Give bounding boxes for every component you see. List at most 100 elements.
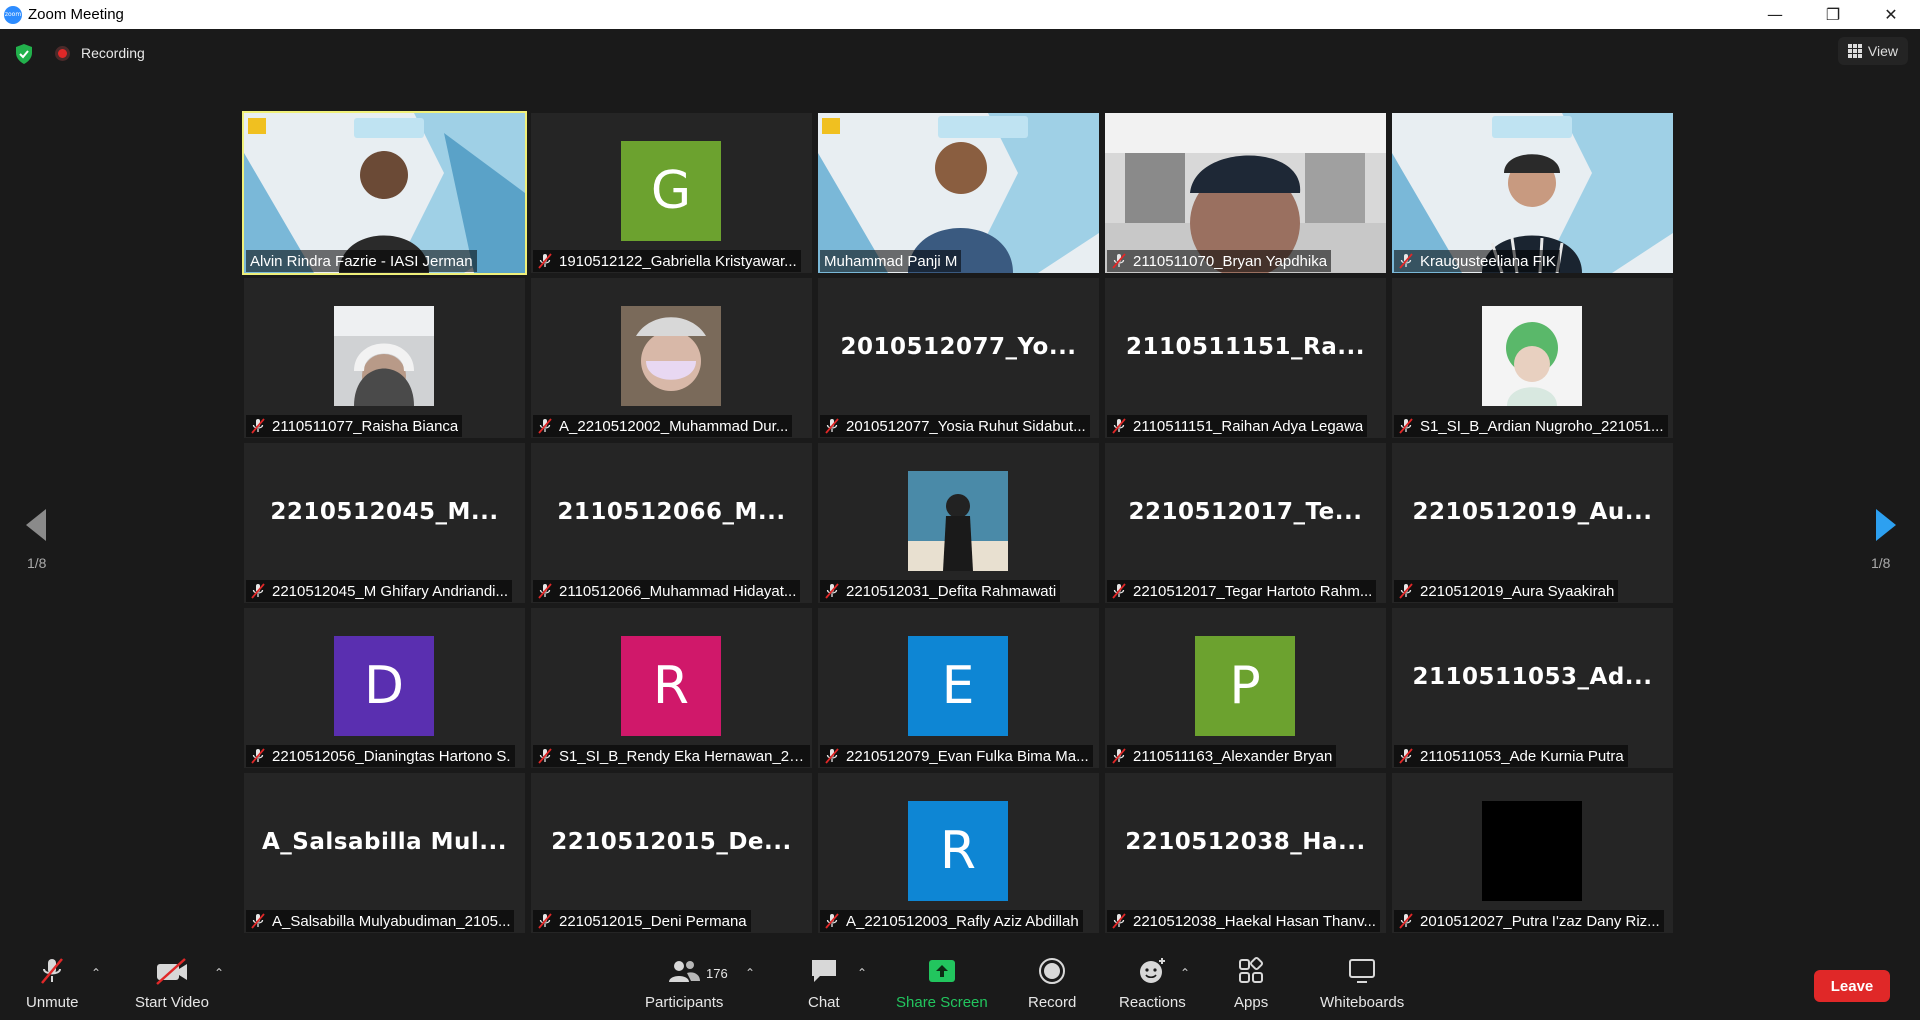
muted-mic-icon (825, 418, 839, 434)
participant-name-tag: 2210512019_Aura Syaakirah (1394, 580, 1619, 602)
chat-options-caret-icon[interactable]: ⌃ (857, 966, 867, 980)
muted-mic-icon (251, 583, 265, 599)
participant-tile[interactable]: A_2210512002_Muhammad Dur... (531, 278, 812, 438)
participant-name-tag: 2210512079_Evan Fulka Bima Ma... (820, 745, 1093, 767)
muted-mic-icon (1112, 913, 1126, 929)
next-page-arrow-icon[interactable] (1870, 505, 1900, 545)
participant-tile[interactable]: Kraugusteeliana FIK (1392, 113, 1673, 273)
muted-mic-icon (1112, 583, 1126, 599)
participant-tile[interactable]: 2210512017_Te... 2210512017_Tegar Hartoto… (1105, 443, 1386, 603)
video-options-caret-icon[interactable]: ⌃ (214, 966, 224, 980)
participant-tile[interactable]: 2110512066_M... 2110512066_Muhammad Hiday… (531, 443, 812, 603)
previous-page-arrow-icon[interactable] (22, 505, 52, 545)
participant-tile[interactable]: S1_SI_B_Ardian Nugroho_221051... (1392, 278, 1673, 438)
participants-button[interactable]: Participants (645, 956, 723, 1011)
participant-avatar: E (908, 636, 1008, 736)
participant-tile[interactable]: G 1910512122_Gabriella Kristyawar... (531, 113, 812, 273)
muted-mic-icon (1112, 253, 1126, 269)
minimize-button[interactable]: — (1746, 0, 1804, 29)
unmute-label: Unmute (26, 994, 79, 1011)
participant-tile[interactable]: Muhammad Panji M (818, 113, 1099, 273)
muted-mic-icon (1399, 583, 1413, 599)
recording-indicator[interactable]: Recording (55, 45, 145, 61)
participant-tile[interactable]: Alvin Rindra Fazrie - IASI Jerman (242, 111, 527, 275)
start-video-button[interactable]: Start Video (135, 956, 209, 1011)
participants-count: 176 (706, 966, 728, 981)
participant-name-tag: 2210512045_M Ghifary Andriandi... (246, 580, 512, 602)
record-button[interactable]: Record (1028, 956, 1076, 1011)
participant-name-tag: 2110512066_Muhammad Hidayat... (533, 580, 801, 602)
restore-button[interactable]: ❐ (1804, 0, 1862, 29)
muted-mic-icon (825, 913, 839, 929)
participants-options-caret-icon[interactable]: ⌃ (745, 966, 755, 980)
muted-mic-icon (538, 748, 552, 764)
participant-tile[interactable]: A_Salsabilla Mul... A_Salsabilla Mulyabud… (244, 773, 525, 933)
muted-mic-icon (251, 748, 265, 764)
participant-tile[interactable]: 2110511070_Bryan Yapdhika (1105, 113, 1386, 273)
audio-options-caret-icon[interactable]: ⌃ (91, 966, 101, 980)
video-off-icon (156, 958, 187, 985)
page-indicator-left: 1/8 (27, 555, 47, 571)
participant-avatar: G (621, 141, 721, 241)
participant-name-tag: Muhammad Panji M (820, 250, 962, 272)
view-button[interactable]: View (1837, 37, 1908, 65)
participant-display-name: 2110511053_Ad... (1412, 664, 1653, 690)
participant-name-tag: A_Salsabilla Mulyabudiman_2105... (246, 910, 515, 932)
whiteboard-icon (1349, 959, 1376, 983)
reactions-label: Reactions (1119, 994, 1186, 1011)
participant-display-name: 2210512017_Te... (1128, 499, 1363, 525)
participant-profile-photo (1482, 306, 1582, 406)
participant-avatar: P (1195, 636, 1295, 736)
participant-tile[interactable]: 2110511151_Ra... 2110511151_Raihan Adya L… (1105, 278, 1386, 438)
share-screen-button[interactable]: Share Screen (896, 956, 988, 1011)
chat-label: Chat (808, 994, 840, 1011)
record-label: Record (1028, 994, 1077, 1011)
participant-name: 2210512045_M Ghifary Andriandi... (272, 582, 508, 600)
leave-button[interactable]: Leave (1814, 970, 1890, 1002)
participant-name-tag: 2110511053_Ade Kurnia Putra (1394, 745, 1628, 767)
participant-display-name: 2010512077_Yo... (840, 334, 1077, 360)
participant-tile[interactable]: 2210512045_M... 2210512045_M Ghifary Andr… (244, 443, 525, 603)
participant-name-tag: 2010512027_Putra I'zaz Dany Riz... (1394, 910, 1664, 932)
participant-tile[interactable]: 2110511053_Ad... 2110511053_Ade Kurnia Pu… (1392, 608, 1673, 768)
security-shield-icon[interactable] (14, 43, 34, 65)
participant-name: 2110512066_Muhammad Hidayat... (559, 582, 797, 600)
reactions-options-caret-icon[interactable]: ⌃ (1180, 966, 1190, 980)
participant-tile[interactable]: 2210512031_Defita Rahmawati (818, 443, 1099, 603)
whiteboards-button[interactable]: Whiteboards (1320, 956, 1404, 1011)
muted-mic-icon (538, 583, 552, 599)
muted-microphone-icon (41, 958, 64, 984)
apps-button[interactable]: Apps (1234, 956, 1268, 1011)
muted-mic-icon (825, 748, 839, 764)
participant-tile[interactable]: 2010512077_Yo... 2010512077_Yosia Ruhut S… (818, 278, 1099, 438)
muted-mic-icon (538, 913, 552, 929)
participant-tile[interactable]: 2010512027_Putra I'zaz Dany Riz... (1392, 773, 1673, 933)
chat-button[interactable]: Chat (808, 956, 840, 1011)
muted-mic-icon (538, 253, 552, 269)
unmute-button[interactable]: Unmute (26, 956, 79, 1011)
participant-avatar (1482, 801, 1582, 901)
participant-tile[interactable]: 2210512038_Ha... 2210512038_Haekal Hasan … (1105, 773, 1386, 933)
window-title: Zoom Meeting (28, 6, 124, 23)
close-button[interactable]: ✕ (1862, 0, 1920, 29)
participant-profile-photo (908, 471, 1008, 571)
participant-name-tag: A_2210512003_Rafly Aziz Abdillah (820, 910, 1083, 932)
participant-tile[interactable]: 2210512015_De... 2210512015_Deni Permana (531, 773, 812, 933)
participant-tile[interactable]: D 2210512056_Dianingtas Hartono S. (244, 608, 525, 768)
reactions-button[interactable]: Reactions (1119, 956, 1186, 1011)
participant-tile[interactable]: E 2210512079_Evan Fulka Bima Ma... (818, 608, 1099, 768)
participant-tile[interactable]: 2210512019_Au... 2210512019_Aura Syaakira… (1392, 443, 1673, 603)
participants-label: Participants (645, 994, 724, 1011)
participant-name-tag: 2110511070_Bryan Yapdhika (1107, 250, 1332, 272)
avatar-initial: G (650, 161, 692, 221)
participant-tile[interactable]: R S1_SI_B_Rendy Eka Hernawan_22... (531, 608, 812, 768)
participant-tile[interactable]: P 2110511163_Alexander Bryan (1105, 608, 1386, 768)
record-icon (1039, 958, 1066, 984)
participant-name-tag: 2210512031_Defita Rahmawati (820, 580, 1061, 602)
participant-name: Kraugusteeliana FIK (1420, 252, 1556, 270)
participant-name: 2210512038_Haekal Hasan Thanv... (1133, 912, 1376, 930)
muted-mic-icon (1112, 748, 1126, 764)
participant-tile[interactable]: 2110511077_Raisha Bianca (244, 278, 525, 438)
participant-name-tag: 2110511077_Raisha Bianca (246, 415, 463, 437)
participant-tile[interactable]: R A_2210512003_Rafly Aziz Abdillah (818, 773, 1099, 933)
